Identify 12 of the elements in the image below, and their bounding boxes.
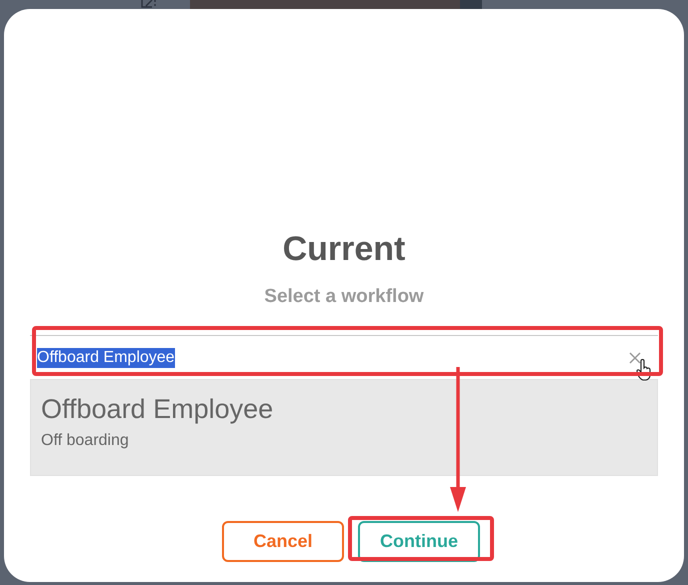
hand-cursor-icon (636, 359, 652, 381)
continue-button[interactable]: Continue (358, 521, 480, 562)
workflow-option[interactable]: Offboard Employee Off boarding (30, 379, 658, 476)
edit-icon[interactable] (140, 0, 158, 8)
dialog-title: Current (282, 229, 406, 269)
header-block (460, 0, 482, 9)
dialog-subtitle: Select a workflow (264, 285, 424, 309)
cancel-button[interactable]: Cancel (222, 521, 344, 562)
option-title: Offboard Employee (41, 393, 274, 426)
option-description: Off boarding (41, 431, 130, 451)
select-value: Offboard Employee (37, 348, 175, 368)
close-icon[interactable] (629, 352, 641, 364)
